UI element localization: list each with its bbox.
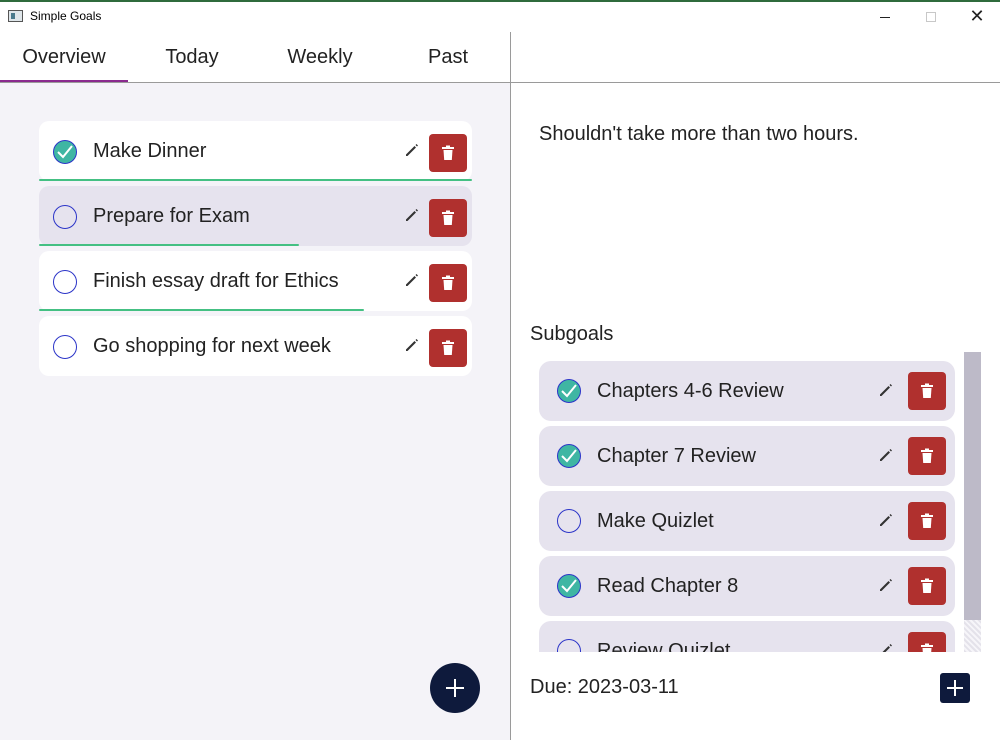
subgoal-card[interactable]: Make Quizlet [539,491,955,551]
goal-label: Make Dinner [93,140,207,162]
goal-checkbox[interactable] [53,140,77,164]
goal-card[interactable]: Prepare for Exam [39,186,472,246]
subgoal-checkbox[interactable] [557,379,581,403]
goal-progress-bar [39,179,472,181]
goal-description: Shouldn't take more than two hours. [539,123,859,145]
goal-checkbox[interactable] [53,335,77,359]
app-icon [8,10,23,22]
delete-button[interactable] [908,502,946,540]
subgoal-label: Chapters 4-6 Review [597,380,784,402]
trash-icon [921,383,933,398]
goal-checkbox[interactable] [53,270,77,294]
trash-icon [921,448,933,463]
minimize-button[interactable] [862,2,908,32]
pencil-icon[interactable] [403,141,421,159]
checkmark-icon [561,449,577,463]
subgoal-checkbox[interactable] [557,639,581,652]
maximize-button[interactable] [908,2,954,32]
tab-past[interactable]: Past [384,32,512,82]
trash-icon [442,275,454,290]
goal-card[interactable]: Finish essay draft for Ethics [39,251,472,311]
pencil-icon[interactable] [877,511,895,529]
subgoal-checkbox[interactable] [557,444,581,468]
pencil-icon[interactable] [877,576,895,594]
subgoal-list[interactable]: Chapters 4-6 Review Chapter 7 Review Mak… [511,352,981,652]
pencil-icon[interactable] [877,641,895,652]
add-goal-button[interactable] [430,663,480,713]
delete-button[interactable] [908,437,946,475]
goal-label: Go shopping for next week [93,335,331,357]
goal-card[interactable]: Go shopping for next week [39,316,472,376]
goal-checkbox[interactable] [53,205,77,229]
goal-progress-bar [39,244,299,246]
delete-button[interactable] [429,264,467,302]
tab-weekly[interactable]: Weekly [256,32,384,82]
subgoal-checkbox[interactable] [557,509,581,533]
subgoal-label: Make Quizlet [597,510,714,532]
pencil-icon[interactable] [403,336,421,354]
subgoal-card[interactable]: Review Quizlet [539,621,955,652]
close-button[interactable]: ✕ [954,2,1000,32]
window-title: Simple Goals [30,9,102,23]
add-subgoal-button[interactable] [940,673,970,703]
goal-card[interactable]: Make Dinner [39,121,472,181]
plus-icon [446,679,464,697]
plus-icon [947,680,963,696]
checkmark-icon [57,145,73,159]
trash-icon [442,340,454,355]
subgoal-card[interactable]: Read Chapter 8 [539,556,955,616]
goal-label: Finish essay draft for Ethics [93,270,339,292]
title-bar: Simple Goals ✕ [0,2,1000,32]
scrollbar-thumb[interactable] [964,352,981,620]
delete-button[interactable] [908,567,946,605]
tab-today[interactable]: Today [128,32,256,82]
subgoal-checkbox[interactable] [557,574,581,598]
delete-button[interactable] [429,199,467,237]
tab-bar: Overview Today Weekly Past [0,32,510,82]
pencil-icon[interactable] [403,206,421,224]
subgoal-label: Chapter 7 Review [597,445,756,467]
subgoals-heading: Subgoals [530,323,614,345]
pencil-icon[interactable] [403,271,421,289]
goal-progress-bar [39,309,364,311]
subgoal-label: Read Chapter 8 [597,575,739,597]
delete-button[interactable] [908,632,946,652]
goal-list-pane: Make Dinner Prepare for Exam Finish essa… [0,83,510,740]
goal-detail-pane: Shouldn't take more than two hours. Subg… [511,83,1000,740]
minimize-icon [880,16,890,18]
delete-button[interactable] [429,329,467,367]
trash-icon [442,145,454,160]
delete-button[interactable] [429,134,467,172]
trash-icon [921,578,933,593]
subgoal-card[interactable]: Chapter 7 Review [539,426,955,486]
pencil-icon[interactable] [877,381,895,399]
checkmark-icon [561,579,577,593]
trash-icon [442,210,454,225]
close-icon: ✕ [969,6,985,27]
delete-button[interactable] [908,372,946,410]
subgoal-label: Review Quizlet [597,640,731,652]
subgoal-scrollbar[interactable] [964,352,981,652]
due-date: Due: 2023-03-11 [530,676,679,698]
pencil-icon[interactable] [877,446,895,464]
goal-label: Prepare for Exam [93,205,250,227]
maximize-icon [926,12,936,22]
trash-icon [921,643,933,652]
checkmark-icon [561,384,577,398]
tab-overview[interactable]: Overview [0,32,128,82]
trash-icon [921,513,933,528]
subgoal-card[interactable]: Chapters 4-6 Review [539,361,955,421]
